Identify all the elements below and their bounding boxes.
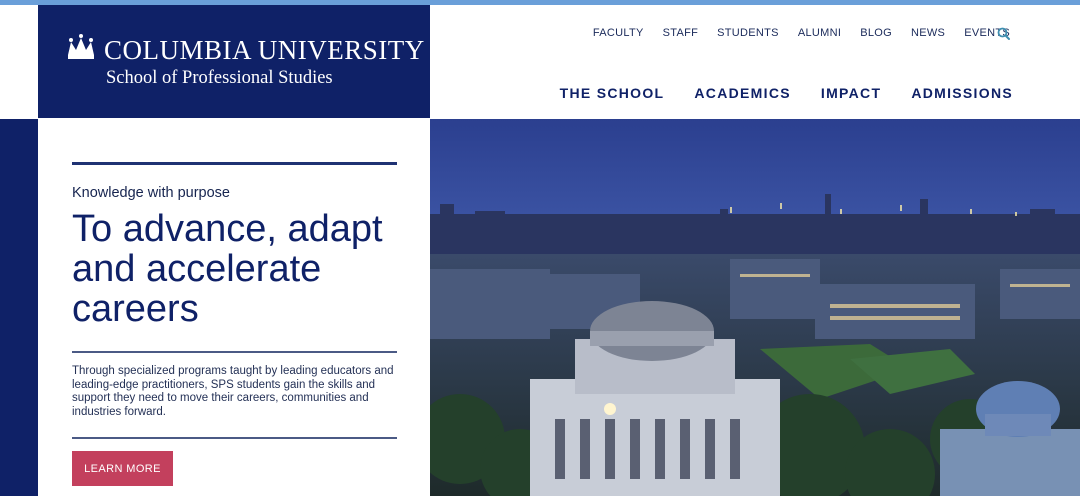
learn-more-button[interactable]: LEARN MORE [72,451,173,486]
left-accent-band [0,119,38,496]
util-nav-students[interactable]: STUDENTS [717,27,779,39]
main-nav-admissions[interactable]: ADMISSIONS [911,85,1013,101]
hero-tagline: Knowledge with purpose [72,185,230,201]
hero-headline: To advance, adapt and accelerate careers [72,208,383,330]
hero-bottom-rule [72,437,397,439]
main-nav-academics[interactable]: ACADEMICS [694,85,790,101]
main-nav-impact[interactable]: IMPACT [821,85,881,101]
util-nav-staff[interactable]: STAFF [663,27,699,39]
main-nav: THE SCHOOL ACADEMICS IMPACT ADMISSIONS [530,85,1013,101]
university-logo[interactable]: COLUMBIA UNIVERSITY School of Profession… [38,5,430,118]
search-icon[interactable] [997,27,1011,41]
hero-mid-rule [72,351,397,353]
util-nav-alumni[interactable]: ALUMNI [798,27,841,39]
brand-subtitle: School of Professional Studies [106,68,333,88]
util-nav-faculty[interactable]: FACULTY [593,27,644,39]
hero-top-rule [72,162,397,165]
campus-night-photo [430,119,1080,496]
util-nav-news[interactable]: NEWS [911,27,945,39]
main-nav-the-school[interactable]: THE SCHOOL [560,85,665,101]
hero-content: Knowledge with purpose To advance, adapt… [72,162,397,439]
utility-nav: FACULTY STAFF STUDENTS ALUMNI BLOG NEWS … [574,27,1010,39]
brand-title: COLUMBIA UNIVERSITY [104,35,425,65]
util-nav-blog[interactable]: BLOG [860,27,892,39]
hero-body: Through specialized programs taught by l… [72,365,394,418]
crown-icon [68,34,94,59]
